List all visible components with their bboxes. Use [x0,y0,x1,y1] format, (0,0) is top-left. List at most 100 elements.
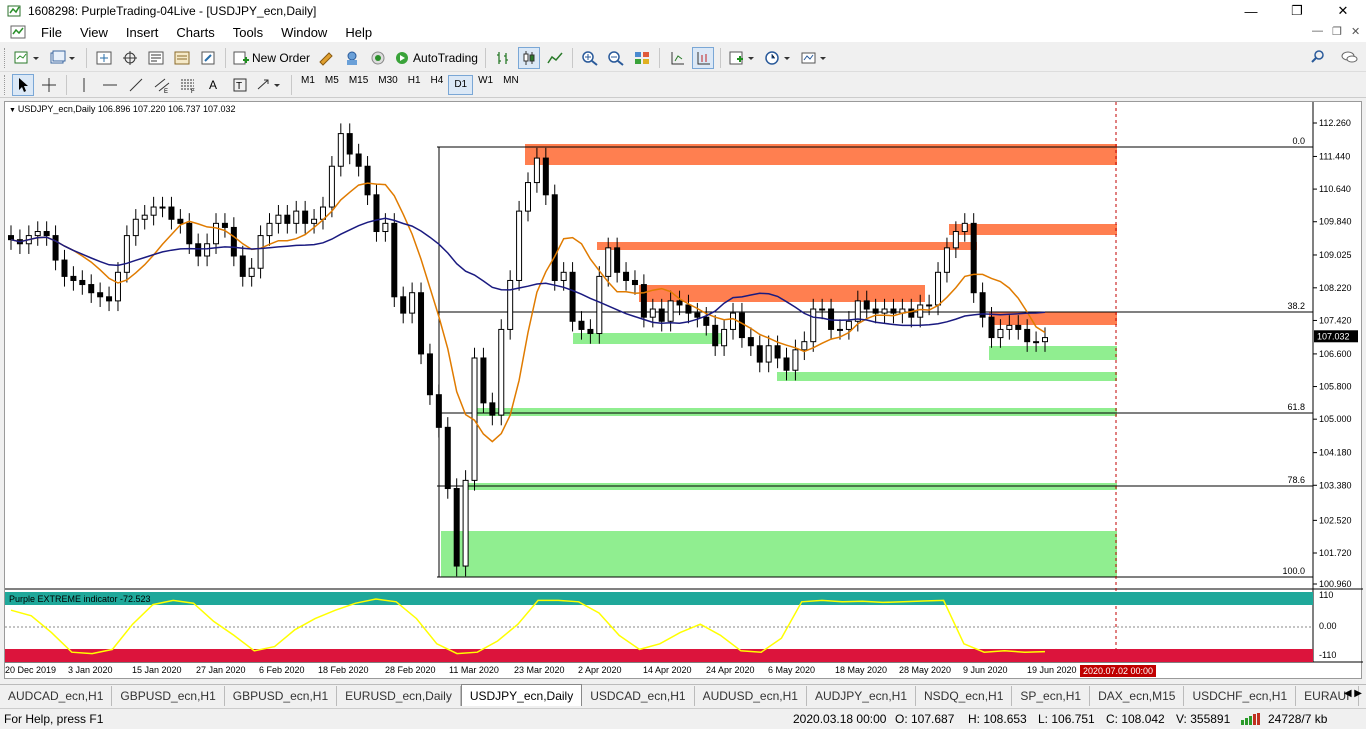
chart-tab[interactable]: NSDQ_ecn,H1 [916,686,1013,706]
autotrading-button[interactable]: AutoTrading [393,47,479,69]
timeframe-m30[interactable]: M30 [373,75,402,95]
zoom-in-icon[interactable] [579,47,601,69]
timeframe-m15[interactable]: M15 [344,75,373,95]
chart-tab[interactable]: EURUSD_ecn,Daily [337,686,461,706]
candle-body [560,271,567,281]
time-axis-label: 9 Jun 2020 [963,665,1008,675]
market-watch-icon[interactable] [93,47,115,69]
chart-tab[interactable]: USDCHF_ecn,H1 [1184,686,1297,706]
metaeditor-icon[interactable] [315,47,337,69]
candle-body [1042,337,1048,343]
chart-tab[interactable]: GBPUSD_ecn,H1 [225,686,338,706]
chart-symbol-info: ▼ USDJPY_ecn,Daily 106.896 107.220 106.7… [9,104,236,114]
fib-level-label: 38.2 [1287,301,1305,311]
chart-window-icon [10,24,26,40]
candle-body [346,133,353,155]
timeframe-w1[interactable]: W1 [473,75,498,95]
trendline-icon[interactable] [125,74,147,96]
chart-tab[interactable]: SP_ecn,H1 [1012,686,1091,706]
line-chart-icon[interactable] [544,47,566,69]
fibonacci-icon[interactable]: F [177,74,199,96]
crosshair-icon[interactable] [38,74,60,96]
autoscroll-icon[interactable] [691,46,714,69]
arrows-icon[interactable] [255,74,285,96]
cursor-icon[interactable] [12,73,34,96]
navigator-icon[interactable] [145,47,167,69]
candlestick-chart-icon[interactable] [517,46,540,69]
new-order-button[interactable]: New Order [232,47,311,69]
status-volume: V: 355891 [1176,712,1231,726]
signals-icon[interactable] [367,47,389,69]
terminal-icon[interactable] [171,47,193,69]
timeframe-mn[interactable]: MN [498,75,524,95]
candle-body [141,214,148,220]
close-button[interactable]: ✕ [1320,0,1366,22]
menu-file[interactable]: File [32,25,71,40]
new-chart-icon[interactable] [12,47,44,69]
chat-icon[interactable] [1340,49,1358,68]
fib-level-label: 100.0 [1282,566,1305,576]
candle-body [667,300,674,322]
candle-body [213,222,220,245]
time-axis-label: 27 Jan 2020 [196,665,246,675]
text-icon[interactable]: A [203,74,225,96]
timeframe-h4[interactable]: H4 [426,75,449,95]
price-axis-label: 105.000 [1319,414,1352,424]
tab-scroll-icon[interactable]: ◀ ▶ [1344,688,1362,699]
indicators-icon[interactable] [727,47,759,69]
vertical-line-icon[interactable] [73,74,95,96]
maximize-button[interactable]: ❐ [1274,0,1320,22]
chart-tab[interactable]: GBPUSD_ecn,H1 [112,686,225,706]
text-label-icon[interactable]: T [229,74,251,96]
timeframe-m1[interactable]: M1 [296,75,320,95]
profiles-icon[interactable] [48,47,80,69]
chart-tab[interactable]: AUDUSD_ecn,H1 [695,686,807,706]
templates-icon[interactable] [799,47,831,69]
candle-body [257,235,264,269]
child-minimize-icon[interactable]: — [1312,25,1323,37]
menu-tools[interactable]: Tools [224,25,272,40]
chart-tab[interactable]: USDJPY_ecn,Daily [460,684,583,706]
chart-tab[interactable]: DAX_ecn,M15 [1090,686,1185,706]
candle-body [596,275,603,335]
chart-shift-icon[interactable] [666,47,688,69]
candle-body [658,308,665,322]
chart-tab[interactable]: USDCAD_ecn,H1 [582,686,695,706]
bar-chart-icon[interactable] [492,47,514,69]
candle-body [569,271,576,322]
menu-help[interactable]: Help [336,25,381,40]
periods-icon[interactable] [763,47,795,69]
zoom-out-icon[interactable] [605,47,627,69]
indicator-name-label: Purple EXTREME indicator -72.523 [9,594,151,604]
candle-body [640,284,647,318]
menu-view[interactable]: View [71,25,117,40]
community-icon[interactable] [341,47,363,69]
svg-text:E: E [164,89,168,93]
search-icon[interactable] [1310,49,1326,68]
time-axis-label: 14 Apr 2020 [643,665,692,675]
demand-zone-rect [777,372,1117,381]
chart-tab[interactable]: AUDJPY_ecn,H1 [807,686,916,706]
chart-window[interactable]: 0.0 38.2 61.8 78.6 100.0 112.260 111.440 110.64… [4,101,1363,680]
time-axis-label: 3 Jan 2020 [68,665,113,675]
equidistant-channel-icon[interactable]: E [151,74,173,96]
price-axis-label: 109.840 [1319,217,1352,227]
price-chart[interactable]: 0.0 38.2 61.8 78.6 100.0 112.260 111.440 110.64… [5,102,1363,680]
menu-charts[interactable]: Charts [167,25,223,40]
strategy-tester-icon[interactable] [197,47,219,69]
timeframe-d1[interactable]: D1 [448,74,474,95]
timeframe-m5[interactable]: M5 [320,75,344,95]
minimize-button[interactable]: — [1228,0,1274,22]
horizontal-line-icon[interactable] [99,74,121,96]
candle-body [159,206,166,209]
menu-window[interactable]: Window [272,25,336,40]
candle-body [480,357,487,404]
tile-windows-icon[interactable] [631,47,653,69]
menu-insert[interactable]: Insert [117,25,168,40]
timeframe-h1[interactable]: H1 [403,75,426,95]
candle-body [150,206,157,216]
crosshair-move-icon[interactable] [119,47,141,69]
child-restore-icon[interactable]: ❐ [1332,25,1342,38]
chart-tab[interactable]: AUDCAD_ecn,H1 [0,686,113,706]
child-close-icon[interactable]: ✕ [1351,25,1360,38]
